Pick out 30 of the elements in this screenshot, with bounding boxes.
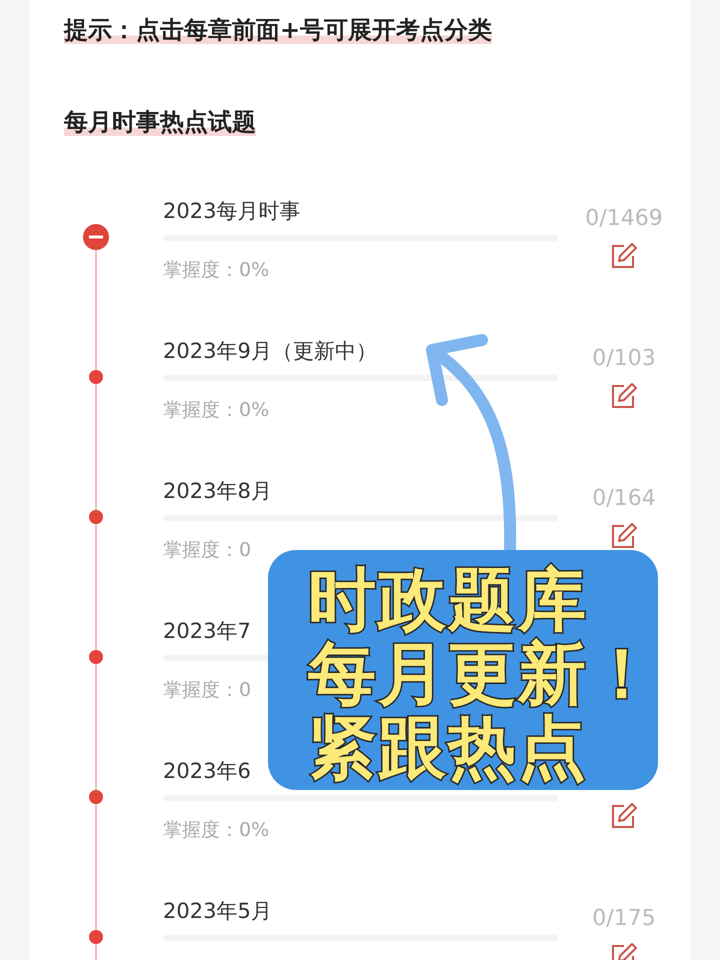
chapter-title[interactable]: 2023年8月 — [163, 477, 272, 507]
question-count: 0/1469 — [585, 206, 663, 233]
timeline-dot — [89, 370, 103, 384]
promo-text: 每月更新！ — [308, 638, 658, 712]
timeline-dot — [89, 790, 103, 804]
mastery-text: 掌握度：0 — [163, 538, 252, 563]
promo-text: 紧跟热点 — [308, 712, 589, 786]
chapter-title[interactable]: 2023年5月 — [163, 897, 272, 927]
section-title: 每月时事热点试题 — [64, 108, 256, 136]
edit-icon[interactable] — [610, 522, 638, 550]
chapter-title[interactable]: 2023年7 — [163, 617, 251, 647]
timeline-dot — [89, 650, 103, 664]
question-count: 0/164 — [592, 486, 656, 513]
chapter-title[interactable]: 2023每月时事 — [163, 197, 300, 227]
timeline-dot — [89, 930, 103, 944]
mastery-text: 掌握度：0% — [163, 398, 270, 423]
edit-icon[interactable] — [610, 802, 638, 830]
promo-text: 时政题库 — [308, 564, 589, 638]
hint-text: 提示：点击每章前面+号可展开考点分类 — [64, 16, 492, 44]
chapter-title[interactable]: 2023年9月（更新中） — [163, 337, 377, 367]
mastery-text: 掌握度：0% — [163, 818, 270, 843]
mastery-text: 掌握度：0 — [163, 678, 252, 703]
collapse-icon[interactable] — [83, 224, 109, 250]
timeline-dot — [89, 510, 103, 524]
question-count: 0/103 — [592, 346, 656, 373]
chapter-title[interactable]: 2023年6 — [163, 757, 251, 787]
edit-icon[interactable] — [610, 382, 638, 410]
edit-icon[interactable] — [610, 242, 638, 270]
mastery-text: 掌握度：0% — [163, 258, 270, 283]
question-count: 0/175 — [592, 906, 656, 933]
